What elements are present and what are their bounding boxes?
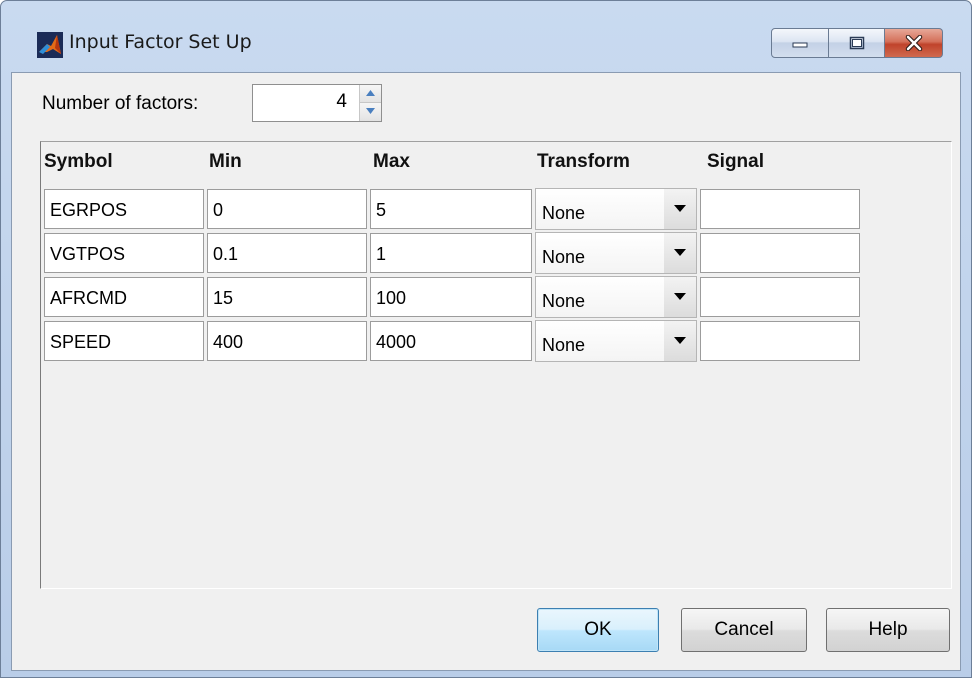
cancel-button[interactable]: Cancel xyxy=(681,608,807,652)
header-min: Min xyxy=(209,151,242,172)
chevron-down-icon xyxy=(674,249,686,256)
dropdown-button[interactable] xyxy=(664,277,696,317)
number-of-factors-label: Number of factors: xyxy=(42,93,199,114)
caret-up-icon xyxy=(366,90,375,96)
symbol-field[interactable]: SPEED xyxy=(44,321,204,361)
chevron-down-icon xyxy=(674,337,686,344)
ok-button[interactable]: OK xyxy=(537,608,659,652)
transform-dropdown[interactable]: None xyxy=(535,320,697,362)
signal-field[interactable] xyxy=(700,321,860,361)
transform-value: None xyxy=(542,203,586,223)
min-field[interactable]: 400 xyxy=(207,321,367,361)
header-signal: Signal xyxy=(707,151,765,172)
min-field[interactable]: 15 xyxy=(207,277,367,317)
close-button[interactable] xyxy=(885,28,943,58)
dropdown-button[interactable] xyxy=(664,233,696,273)
max-field[interactable]: 1 xyxy=(370,233,532,273)
dialog-window: Input Factor Set Up Number of factors: 4 xyxy=(0,0,972,678)
maximize-icon xyxy=(849,36,864,50)
maximize-button[interactable] xyxy=(829,28,885,58)
transform-dropdown[interactable]: None xyxy=(535,188,697,230)
min-field[interactable]: 0 xyxy=(207,189,367,229)
transform-value: None xyxy=(542,291,586,311)
transform-value: None xyxy=(542,247,586,267)
title-bar[interactable]: Input Factor Set Up xyxy=(1,1,971,73)
dropdown-button[interactable] xyxy=(664,321,696,361)
close-icon xyxy=(905,35,922,51)
dropdown-button[interactable] xyxy=(664,189,696,229)
factor-table: Symbol Min Max Transform Signal EGRPOS 0… xyxy=(40,141,952,589)
client-area: Number of factors: 4 Symbol Min Max Tran… xyxy=(11,72,961,671)
transform-dropdown[interactable]: None xyxy=(535,232,697,274)
header-transform: Transform xyxy=(537,151,630,172)
caret-down-icon xyxy=(366,108,375,114)
spin-down-button[interactable] xyxy=(359,103,381,121)
max-field[interactable]: 5 xyxy=(370,189,532,229)
spin-up-button[interactable] xyxy=(359,85,381,103)
header-symbol: Symbol xyxy=(44,151,113,172)
max-field[interactable]: 4000 xyxy=(370,321,532,361)
minimize-button[interactable] xyxy=(771,28,829,58)
number-of-factors-spinner[interactable]: 4 xyxy=(252,84,382,122)
signal-field[interactable] xyxy=(700,189,860,229)
help-button[interactable]: Help xyxy=(826,608,950,652)
max-field[interactable]: 100 xyxy=(370,277,532,317)
symbol-field[interactable]: AFRCMD xyxy=(44,277,204,317)
symbol-field[interactable]: EGRPOS xyxy=(44,189,204,229)
chevron-down-icon xyxy=(674,205,686,212)
signal-field[interactable] xyxy=(700,277,860,317)
chevron-down-icon xyxy=(674,293,686,300)
signal-field[interactable] xyxy=(700,233,860,273)
transform-dropdown[interactable]: None xyxy=(535,276,697,318)
symbol-field[interactable]: VGTPOS xyxy=(44,233,204,273)
number-of-factors-value[interactable]: 4 xyxy=(255,91,347,113)
min-field[interactable]: 0.1 xyxy=(207,233,367,273)
window-title: Input Factor Set Up xyxy=(69,31,252,53)
header-max: Max xyxy=(373,151,410,172)
minimize-icon xyxy=(792,42,808,48)
matlab-membrane-icon xyxy=(37,32,63,58)
transform-value: None xyxy=(542,335,586,355)
